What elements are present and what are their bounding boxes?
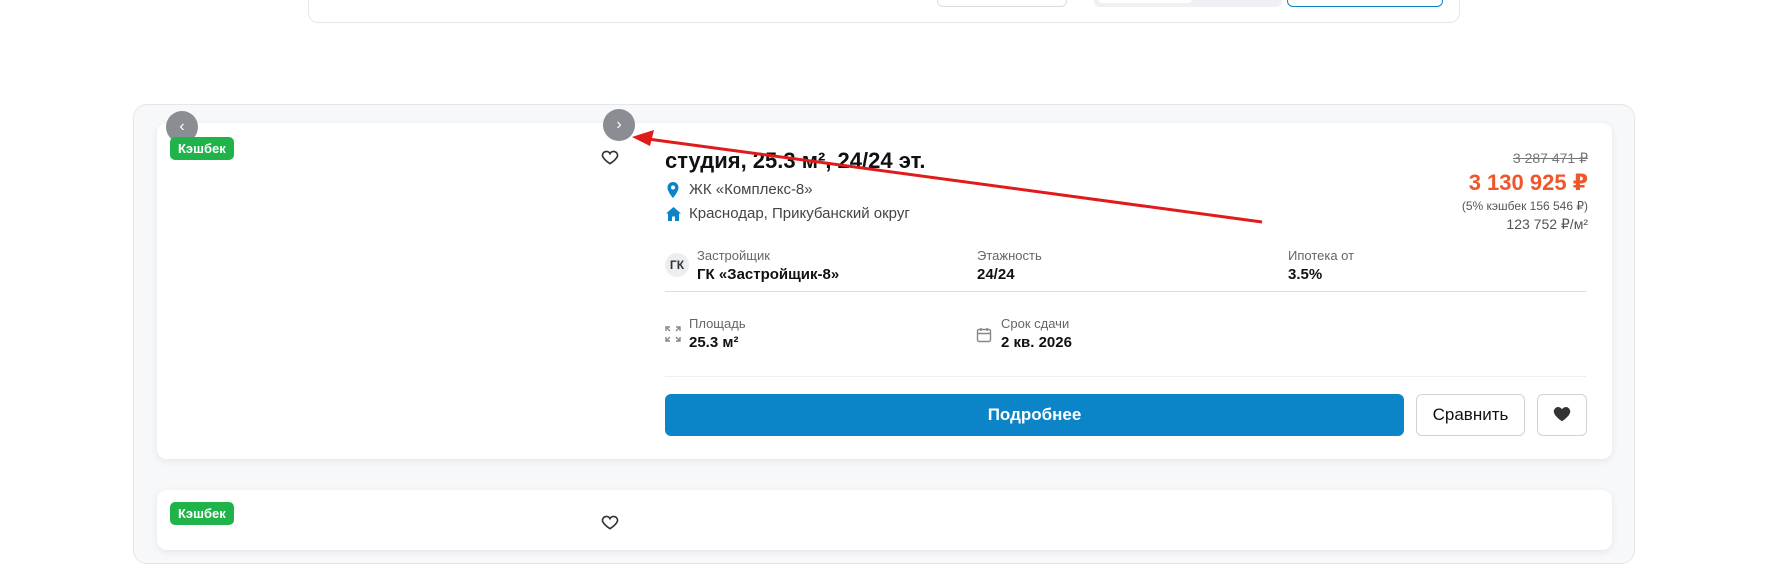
- cashback-badge: Кэшбек: [170, 137, 234, 160]
- heart-filled-icon: [1553, 406, 1571, 425]
- current-price: 3 130 925 ₽: [1468, 170, 1588, 195]
- floors-label: Этажность: [977, 248, 1042, 263]
- favorite-heart-icon[interactable]: [600, 147, 620, 167]
- address-text: Краснодар, Прикубанский округ: [689, 205, 910, 222]
- section-divider: [665, 291, 1586, 292]
- segmented-control[interactable]: [1094, 0, 1282, 7]
- address-row: Краснодар, Прикубанский округ: [665, 205, 910, 222]
- developer-value: ГК «Застройщик-8»: [697, 266, 840, 283]
- deadline-label: Срок сдачи: [1001, 316, 1070, 331]
- developer-avatar: ГК: [665, 253, 689, 277]
- details-button[interactable]: Подробнее: [665, 394, 1404, 436]
- floors-info: Этажность 24/24: [977, 248, 1042, 283]
- compare-button[interactable]: Сравнить: [1416, 394, 1525, 436]
- section-divider-2: [665, 376, 1586, 377]
- old-price: 3 287 471 ₽: [1512, 150, 1588, 166]
- listing-title[interactable]: студия, 25.3 м², 24/24 эт.: [665, 148, 926, 174]
- area-label: Площадь: [689, 316, 746, 331]
- location-pin-icon: [665, 181, 681, 198]
- developer-info[interactable]: Застройщик ГК «Застройщик-8»: [697, 248, 839, 283]
- price-block: 3 287 471 ₽ 3 130 925 ₽ (5% кэшбек 156 5…: [1462, 150, 1588, 233]
- developer-label: Застройщик: [697, 248, 770, 263]
- calendar-icon: [976, 327, 994, 345]
- complex-name: ЖК «Комплекс-8»: [689, 181, 813, 198]
- deadline-value: 2 кв. 2026: [1001, 334, 1072, 351]
- area-value: 25.3 м²: [689, 334, 739, 351]
- cashback-badge-next: Кэшбек: [170, 502, 234, 525]
- area-expand-icon: [665, 326, 683, 344]
- floors-value: 24/24: [977, 266, 1015, 283]
- segment-active[interactable]: [1098, 0, 1192, 3]
- gallery-next-icon[interactable]: ›: [603, 109, 635, 141]
- mortgage-value: 3.5%: [1288, 266, 1323, 283]
- favorite-heart-icon-next[interactable]: [600, 512, 620, 532]
- mortgage-info: Ипотека от 3.5%: [1288, 248, 1354, 283]
- mortgage-label: Ипотека от: [1288, 248, 1355, 263]
- filter-button[interactable]: [937, 0, 1067, 7]
- favorite-button[interactable]: [1537, 394, 1587, 436]
- cashback-note: (5% кэшбек 156 546 ₽): [1461, 199, 1588, 213]
- filter-bar: [308, 0, 1460, 23]
- filter-apply-button[interactable]: [1287, 0, 1443, 7]
- listing-card-next: [157, 490, 1612, 550]
- home-icon: [665, 206, 681, 222]
- complex-row[interactable]: ЖК «Комплекс-8»: [665, 181, 813, 198]
- price-per-meter: 123 752 ₽/м²: [1506, 216, 1588, 232]
- deadline-info: Срок сдачи 2 кв. 2026: [1001, 316, 1072, 351]
- area-info: Площадь 25.3 м²: [689, 316, 746, 351]
